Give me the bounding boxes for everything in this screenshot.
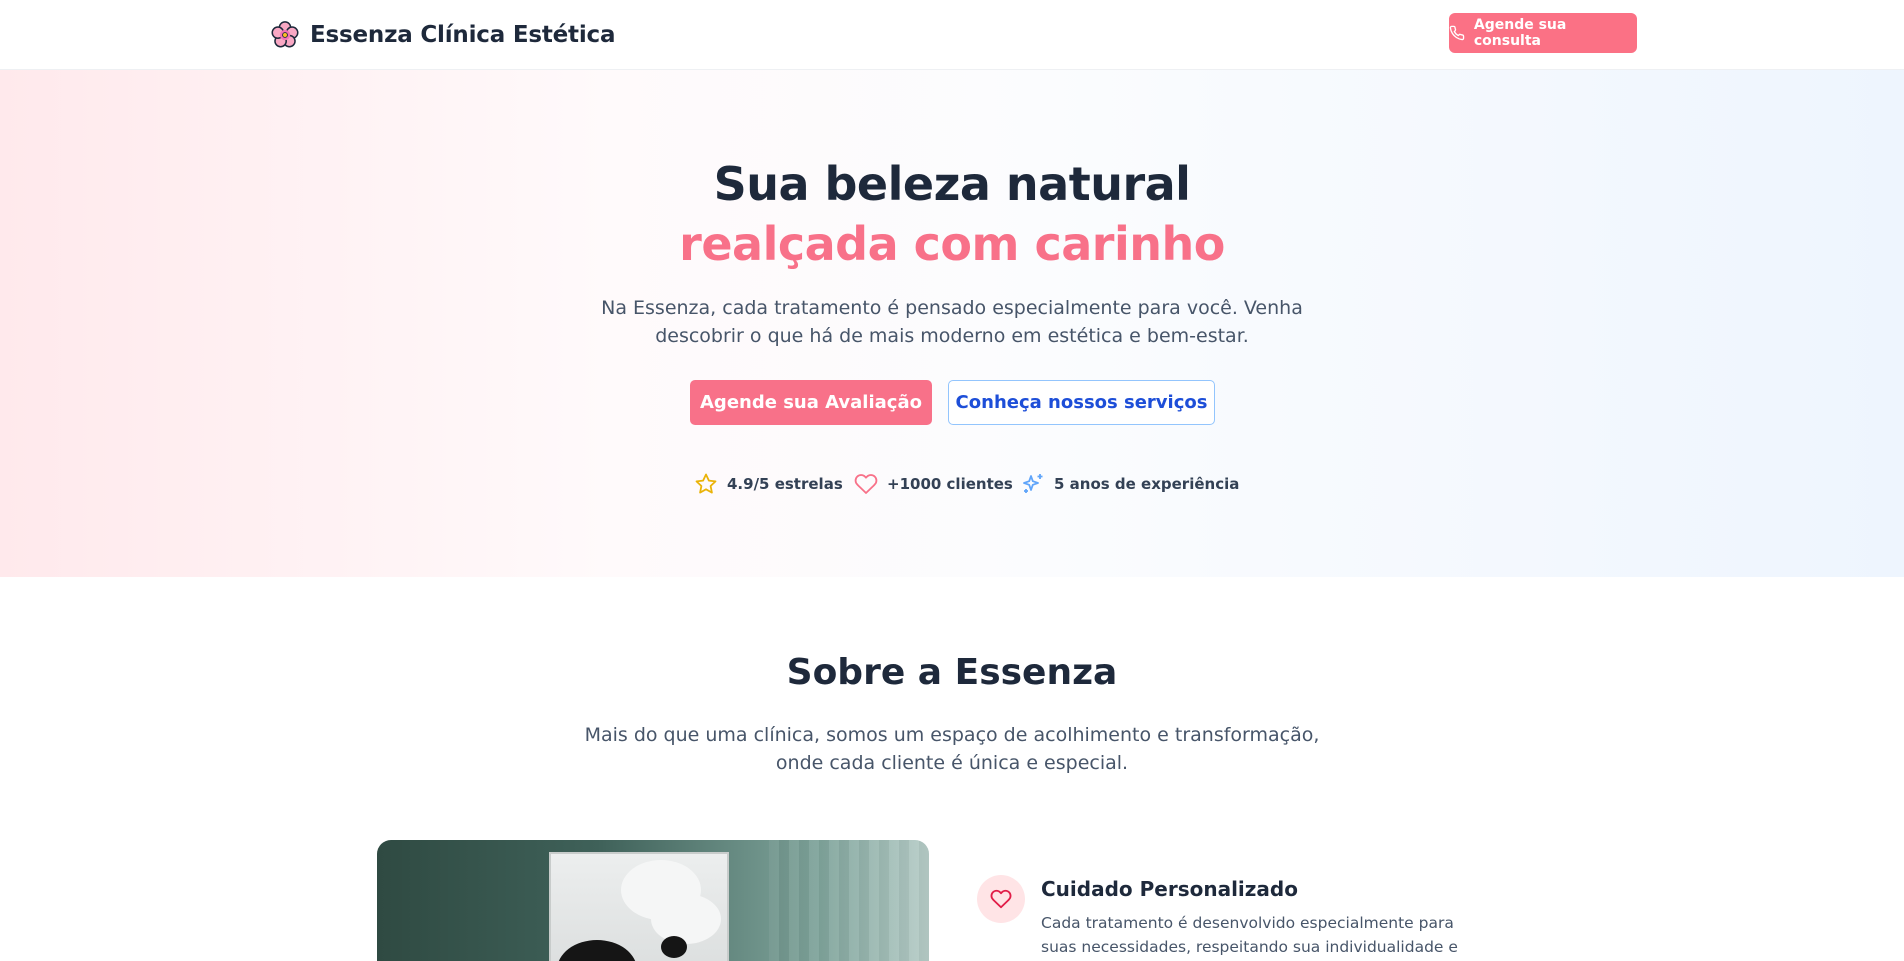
phone-icon (1449, 25, 1465, 41)
clinic-photo (377, 840, 929, 961)
schedule-consultation-button[interactable]: Agende sua consulta (1449, 13, 1637, 53)
stat-rating-label: 4.9/5 estrelas (727, 475, 843, 493)
stat-experience: 5 anos de experiência (1021, 472, 1239, 496)
stat-experience-label: 5 anos de experiência (1054, 475, 1240, 493)
hero-section: Sua beleza natural realçada com carinho … (0, 70, 1904, 577)
feature-text: Cada tratamento é desenvolvido especialm… (1041, 914, 1458, 956)
star-icon (695, 473, 717, 494)
stat-rating: 4.9/5 estrelas (694, 472, 843, 496)
site-header: Essenza Clínica Estética Agende sua cons… (0, 0, 1904, 70)
flower-icon (271, 21, 299, 48)
stat-clients-label: +1000 clientes (887, 475, 1013, 493)
feature-title: Cuidado Personalizado (1041, 877, 1298, 901)
schedule-evaluation-button[interactable]: Agende sua Avaliação (690, 380, 932, 425)
heart-icon (854, 474, 878, 494)
hero-title-highlight: realçada com carinho (679, 217, 1225, 271)
heart-icon (990, 889, 1012, 909)
feature-icon-badge (977, 875, 1025, 923)
about-subtitle: Mais do que uma clínica, somos um espaço… (584, 724, 1320, 774)
stat-clients: +1000 clientes (854, 472, 1013, 496)
brand-logo[interactable]: Essenza Clínica Estética (270, 20, 615, 50)
brand-name: Essenza Clínica Estética (310, 22, 616, 48)
services-button[interactable]: Conheça nossos serviços (948, 380, 1215, 425)
schedule-consultation-label: Agende sua consulta (1473, 17, 1567, 49)
hero-title: Sua beleza natural (713, 157, 1191, 211)
hero-subtitle: Na Essenza, cada tratamento é pensado es… (601, 297, 1303, 347)
about-title: Sobre a Essenza (786, 652, 1118, 693)
sparkles-icon (1023, 474, 1043, 493)
